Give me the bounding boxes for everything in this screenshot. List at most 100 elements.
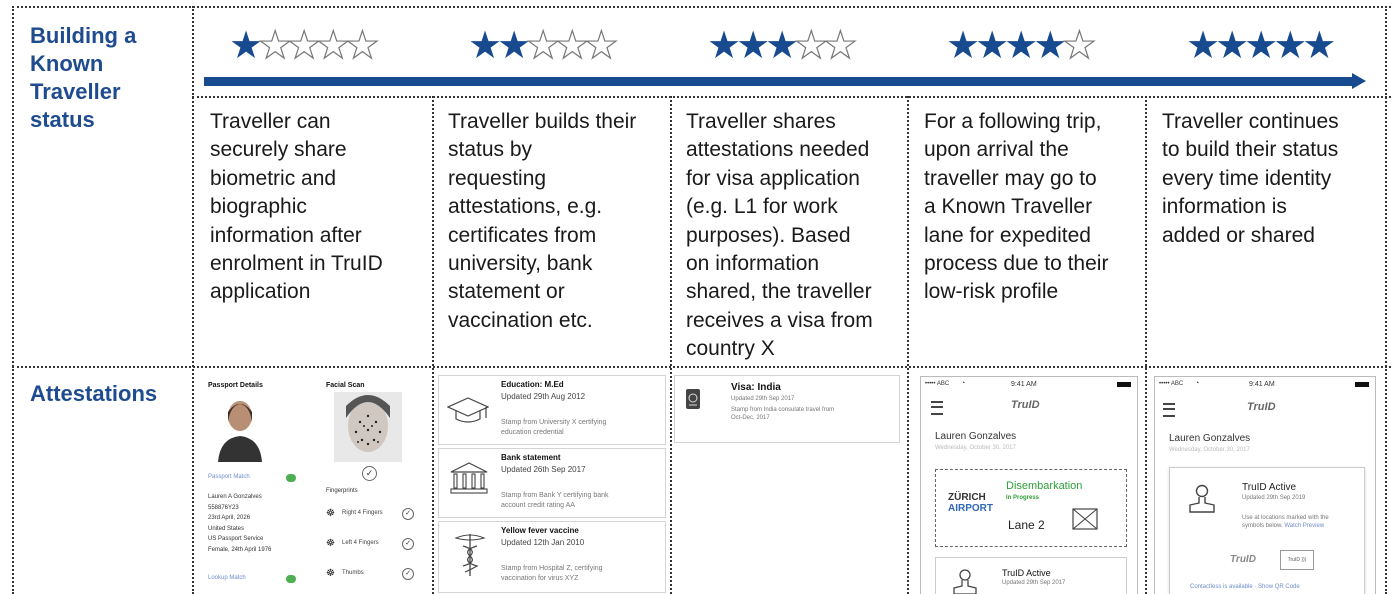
passport-detail-line: 23rd April, 2026 bbox=[208, 515, 251, 521]
grid-col-divider-4 bbox=[1145, 96, 1147, 594]
row-label-line: Traveller bbox=[30, 79, 121, 104]
airport-logo-line: AIRPORT bbox=[948, 503, 993, 514]
truid-active-card[interactable]: TruID Active Updated 29th Sep 2017 bbox=[935, 557, 1127, 594]
description-line: lane for expedited bbox=[924, 223, 1091, 247]
facial-scan-title: Facial Scan bbox=[326, 382, 365, 389]
grid-col-divider-2 bbox=[670, 96, 672, 594]
passport-detail-line: US Passport Service bbox=[208, 536, 264, 542]
description-line: Traveller builds their bbox=[448, 110, 637, 133]
progress-arrow-line bbox=[204, 77, 1354, 86]
user-date: Wednesday, October 30, 2017 bbox=[935, 445, 1016, 451]
star-rating-5: ★★★★★ bbox=[1186, 26, 1336, 66]
description-line: vaccination etc. bbox=[448, 308, 593, 332]
passport-match-label: Passport Match bbox=[208, 474, 250, 480]
graduation-cap-icon bbox=[447, 397, 489, 423]
description-line: traveller may go to bbox=[924, 166, 1097, 190]
watch-preview-link[interactable]: Watch Preview bbox=[1284, 523, 1324, 529]
star-empty-icon: ★ bbox=[584, 25, 619, 67]
description-line: for visa application bbox=[686, 166, 860, 190]
fingerprint-check-icon: ✓ bbox=[402, 538, 414, 550]
passport-details-title: Passport Details bbox=[208, 382, 263, 389]
truid-brand-mark: TruID bbox=[1230, 554, 1256, 565]
star-filled-icon: ★ bbox=[975, 25, 1009, 67]
fingerprint-label: Thumbs bbox=[342, 570, 364, 576]
truid-active-title: TruID Active bbox=[1242, 482, 1297, 493]
description-line: certificates from bbox=[448, 223, 597, 247]
fingerprint-icon: ☸ bbox=[326, 508, 335, 519]
passport-match-toggle[interactable] bbox=[286, 474, 296, 482]
fingerprint-row-left: ☸ Left 4 Fingers ✓ bbox=[326, 538, 418, 552]
description-line: biometric and bbox=[210, 166, 337, 190]
description-line: biographic bbox=[210, 195, 307, 219]
description-line: attestations, e.g. bbox=[448, 195, 603, 219]
lookup-match-toggle[interactable] bbox=[286, 575, 296, 583]
truid-active-updated: Updated 29th Sep 2019 bbox=[1242, 495, 1306, 501]
grid-col-divider-3 bbox=[907, 96, 909, 594]
attestation-title: Bank statement bbox=[501, 453, 561, 462]
visa-stamp-line: Oct-Dec, 2017 bbox=[731, 415, 770, 421]
star-empty-icon: ★ bbox=[794, 25, 829, 67]
contactless-footer-link[interactable]: Contactless is available · Show QR Code bbox=[1190, 584, 1300, 590]
row-label-line: status bbox=[30, 107, 95, 132]
star-empty-icon: ★ bbox=[316, 25, 351, 67]
fingerprint-row-thumbs: ☸ Thumbs ✓ bbox=[326, 568, 418, 582]
grid-left-border bbox=[12, 6, 14, 594]
visa-title: Visa: India bbox=[731, 382, 781, 393]
disembarkation-card[interactable]: ZÜRICH AIRPORT Disembarkation In Progres… bbox=[935, 469, 1127, 547]
description-line: receives a visa from bbox=[686, 308, 873, 332]
description-line: status by bbox=[448, 138, 533, 162]
star-filled-icon: ★ bbox=[229, 25, 263, 67]
attestation-stamp: Stamp from University X certifying educa… bbox=[501, 418, 606, 438]
description-line: information after bbox=[210, 223, 362, 247]
status-bar-carrier: ••••• ABC bbox=[1159, 381, 1184, 387]
truid-active-card[interactable]: TruID Active Updated 29th Sep 2019 Use a… bbox=[1169, 467, 1365, 594]
star-rating-3: ★★★★★ bbox=[707, 25, 858, 67]
attestation-updated: Updated 26th Sep 2017 bbox=[501, 465, 586, 474]
attestation-stamp-line: Stamp from University X certifying bbox=[501, 419, 607, 426]
step-description-2: Traveller builds their status by requestin… bbox=[448, 108, 636, 335]
star-filled-icon: ★ bbox=[1033, 25, 1067, 67]
visa-stamp: Stamp from India consulate travel from O… bbox=[731, 406, 834, 422]
nfc-badge-label: TruID bbox=[1287, 557, 1300, 563]
star-empty-icon: ★ bbox=[823, 25, 858, 67]
airport-logo-line: ZÜRICH bbox=[948, 492, 986, 503]
attestation-card-bank[interactable]: Bank statement Updated 26th Sep 2017 Sta… bbox=[438, 448, 666, 518]
disembarkation-status: Disembarkation bbox=[1006, 480, 1083, 492]
brand-title: TruID bbox=[1011, 399, 1040, 411]
description-line: enrolment in TruID bbox=[210, 252, 383, 276]
disembarkation-progress: In Progress bbox=[1006, 495, 1040, 501]
grid-col-divider-1 bbox=[432, 96, 434, 594]
fingerprint-check-icon: ✓ bbox=[402, 508, 414, 520]
truid-usage-note: Use at locations marked with the symbols… bbox=[1242, 514, 1329, 530]
passport-detail-line: Lauren A Gonzalves bbox=[208, 494, 262, 500]
phone-frame: ••••• ABC ◔ 9:41 AM TruID Lauren Gonzalv… bbox=[1154, 376, 1376, 594]
fingerprint-row-right: ☸ Right 4 Fingers ✓ bbox=[326, 508, 418, 522]
star-filled-icon: ★ bbox=[497, 25, 531, 67]
passport-detail-list: Lauren A Gonzalves 558876Y23 23rd April,… bbox=[208, 492, 271, 555]
user-name: Lauren Gonzalves bbox=[1169, 433, 1251, 444]
truid-usage-note-text: symbols below. bbox=[1242, 523, 1283, 529]
brand-title: TruID bbox=[1247, 401, 1276, 413]
attestation-stamp-line: education credential bbox=[501, 429, 564, 436]
description-line: (e.g. L1 for work bbox=[686, 195, 838, 219]
menu-icon[interactable] bbox=[931, 401, 943, 415]
star-filled-icon: ★ bbox=[765, 25, 799, 67]
star-rating-1: ★★★★★ bbox=[229, 25, 380, 67]
description-line: Traveller can bbox=[210, 110, 331, 133]
row-label-line: Building a bbox=[30, 23, 137, 48]
description-line: university, bank bbox=[448, 252, 593, 276]
attestation-card-education[interactable]: Education: M.Ed Updated 29th Aug 2012 St… bbox=[438, 375, 666, 445]
attestation-stamp-line: vaccination for virus XYZ bbox=[501, 575, 579, 582]
star-empty-icon: ★ bbox=[555, 25, 590, 67]
attestation-card-vaccine[interactable]: Yellow fever vaccine Updated 12th Jan 20… bbox=[438, 521, 666, 593]
star-filled-icon: ★ bbox=[468, 25, 502, 67]
star-empty-icon: ★ bbox=[526, 25, 561, 67]
description-line: information is bbox=[1162, 195, 1287, 219]
status-bar-time: 9:41 AM bbox=[1249, 381, 1275, 388]
stamp-icon bbox=[953, 569, 977, 594]
star-filled-icon: ★ bbox=[946, 25, 980, 67]
star-empty-icon: ★ bbox=[1062, 25, 1097, 67]
menu-icon[interactable] bbox=[1163, 403, 1175, 417]
star-filled-icon: ★ bbox=[707, 25, 741, 67]
attestation-card-visa[interactable]: Visa: India Updated 29th Sep 2017 Stamp … bbox=[674, 375, 900, 443]
